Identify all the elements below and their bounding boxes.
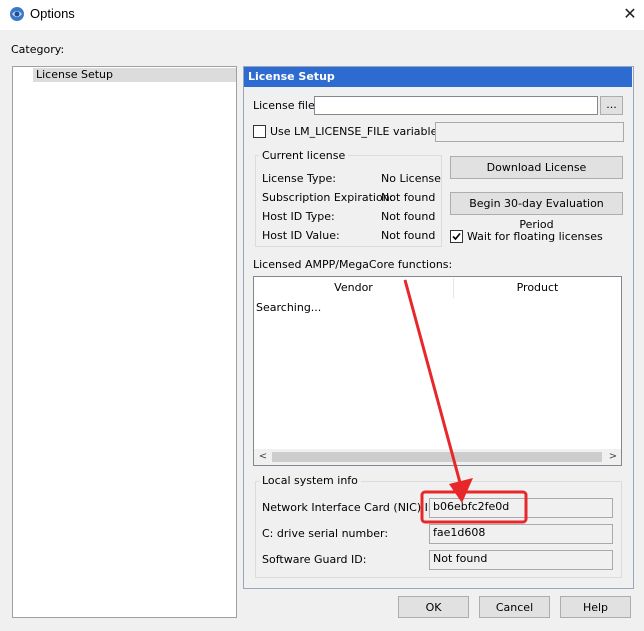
annotation-overlay bbox=[403, 279, 528, 524]
annotation-highlight-box bbox=[420, 490, 528, 524]
annotation-arrow-line bbox=[403, 279, 464, 491]
